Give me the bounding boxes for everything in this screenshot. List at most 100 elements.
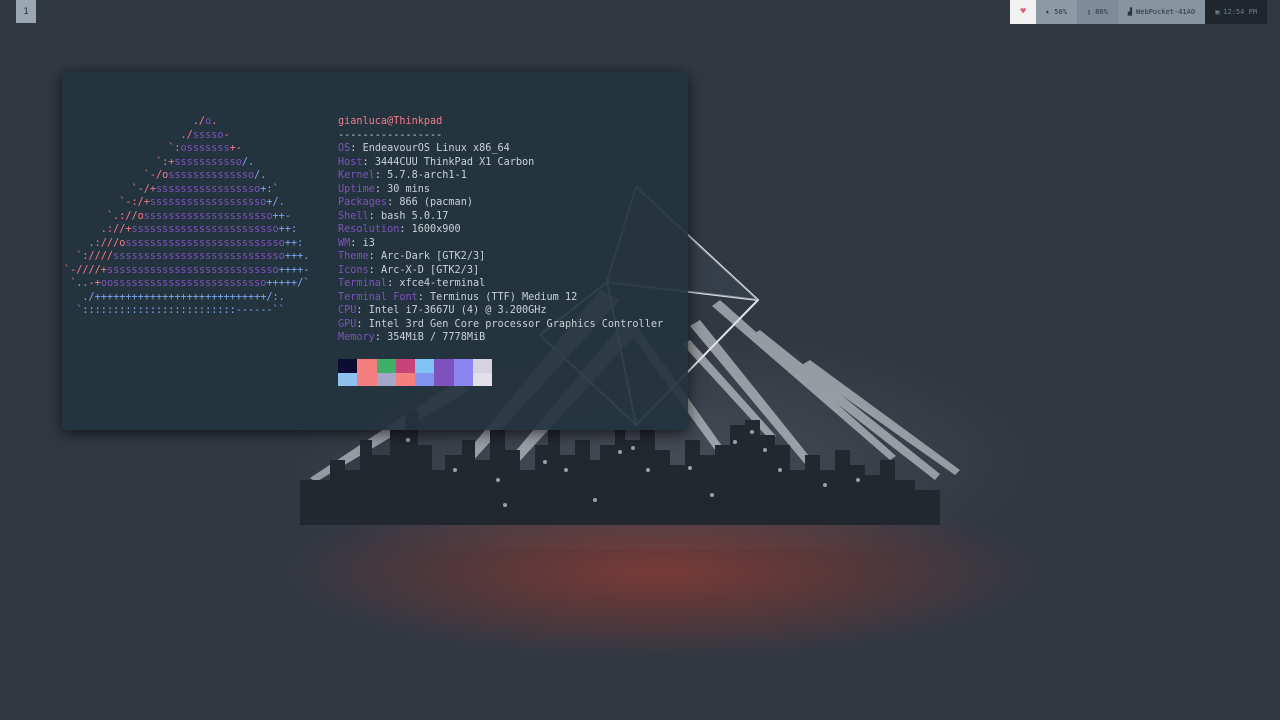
info-value: 30 mins <box>387 183 431 195</box>
logo-line: `:////ssssssssssssssssssssssssssso+++. <box>64 251 310 262</box>
info-key: WM <box>338 237 351 249</box>
info-row-kernel: Kernel: 5.7.8-arch1-1 <box>338 170 467 181</box>
info-value: Arc-X-D [GTK2/3] <box>380 264 480 276</box>
status-wifi[interactable]: ▟ WebPocket-41A0 <box>1117 0 1206 24</box>
info-key: Packages <box>338 197 388 208</box>
info-row-icons: Icons: Arc-X-D [GTK2/3] <box>338 264 480 276</box>
logo-line: `:+sssssssssso/. <box>64 156 255 168</box>
info-row-os: OS: EndeavourOS Linux x86_64 <box>338 143 510 154</box>
palette-row-bottom <box>338 372 492 386</box>
palette-swatch <box>453 359 473 373</box>
info-value: 1600x900 <box>411 224 461 235</box>
workspace-1-button[interactable]: 1 <box>16 0 36 23</box>
info-value: Intel 3rd Gen Core processor Graphics Co… <box>368 318 664 330</box>
info-value: bash 5.0.17 <box>380 210 449 222</box>
palette-swatch <box>434 372 454 386</box>
info-value: Terminus (TTF) Medium 12 <box>430 291 578 303</box>
user-host: gianluca@Thinkpad <box>338 116 443 127</box>
wifi-icon: ▟ <box>1127 8 1133 16</box>
heart-icon: ♥ <box>1020 7 1026 17</box>
info-row-shell: Shell: bash 5.0.17 <box>338 210 449 222</box>
logo-line: `:::::::::::::::::::::::::------`` <box>64 305 285 316</box>
info-row-packages: Packages: 866 (pacman) <box>338 197 473 208</box>
palette-swatch <box>376 359 396 373</box>
logo-line: `-////+ssssssssssssssssssssssssssso++++- <box>64 264 310 276</box>
palette-swatch <box>415 359 435 373</box>
color-palette <box>338 359 492 386</box>
info-value: xfce4-terminal <box>399 278 486 289</box>
palette-swatch <box>357 359 377 373</box>
palette-swatch <box>434 359 454 373</box>
logo-line: .://+ssssssssssssssssssssssso++: <box>64 224 298 235</box>
info-row-theme: Theme: Arc-Dark [GTK2/3] <box>338 251 486 262</box>
palette-swatch <box>338 372 358 386</box>
status-clock[interactable]: ▣ 12:54 PM <box>1205 0 1267 24</box>
logo-line: `-/ossssssssssssso/. <box>64 170 267 181</box>
logo-line: ./++++++++++++++++++++++++++++/:. <box>64 291 285 303</box>
system-info: gianluca@Thinkpad ----------------- OS: … <box>338 115 663 345</box>
info-value: Intel i7-3667U (4) @ 3.200GHz <box>368 305 547 316</box>
palette-swatch <box>376 372 396 386</box>
info-value: 3444CUU ThinkPad X1 Carbon <box>374 156 535 168</box>
info-row-terminal: Terminal: xfce4-terminal <box>338 278 486 289</box>
info-value: EndeavourOS Linux x86_64 <box>362 143 510 154</box>
info-value: i3 <box>362 237 375 249</box>
info-key: Terminal <box>338 278 388 289</box>
info-value: 5.7.8-arch1-1 <box>387 170 467 181</box>
volume-value: 50% <box>1054 8 1067 16</box>
palette-swatch <box>395 359 415 373</box>
status-battery[interactable]: ▯ 86% <box>1076 0 1118 24</box>
info-key: Host <box>338 156 363 168</box>
info-row-resolution: Resolution: 1600x900 <box>338 224 461 235</box>
info-row-uptime: Uptime: 30 mins <box>338 183 431 195</box>
info-value: 354MiB / 7778MiB <box>387 332 486 343</box>
palette-swatch <box>395 372 415 386</box>
palette-swatch <box>357 372 377 386</box>
palette-swatch <box>472 359 492 373</box>
status-bar: ♥ 🔈︎ 50% ▯ 86% ▟ WebPocket-41A0 ▣ 12:54 … <box>1010 0 1267 24</box>
info-row-host: Host: 3444CUU ThinkPad X1 Carbon <box>338 156 535 168</box>
logo-line: `-:/+sssssssssssssssssso+/. <box>64 197 285 208</box>
logo-line: `-/+sssssssssssssssso+:` <box>64 183 279 195</box>
info-key: Kernel <box>338 170 375 181</box>
info-separator: ----------------- <box>338 129 443 141</box>
logo-line: .:///ossssssssssssssssssssssssso++: <box>64 237 304 249</box>
palette-swatch <box>453 372 473 386</box>
status-heart[interactable]: ♥ <box>1010 0 1037 24</box>
calendar-icon: ▣ <box>1215 8 1220 16</box>
info-key: CPU <box>338 305 357 316</box>
terminal-window[interactable]: ./o. ./sssso- `:osssssss+- `:+ssssssssss… <box>62 72 688 430</box>
logo-line: ./o. <box>64 116 218 127</box>
info-key: Theme <box>338 251 369 262</box>
workspace-label: 1 <box>23 6 29 17</box>
info-row-cpu: CPU: Intel i7-3667U (4) @ 3.200GHz <box>338 305 547 316</box>
info-value: Arc-Dark [GTK2/3] <box>380 251 486 262</box>
palette-swatch <box>472 372 492 386</box>
wifi-ssid: WebPocket-41A0 <box>1136 8 1196 16</box>
palette-swatch <box>338 359 358 373</box>
palette-swatch <box>415 372 435 386</box>
logo-line: `:osssssss+- <box>64 143 242 154</box>
info-key: Terminal Font <box>338 291 418 303</box>
info-key: OS <box>338 143 351 154</box>
info-key: Shell <box>338 210 369 222</box>
logo-line: `..-+oosssssssssssssssssssssssso+++++/` <box>64 278 310 289</box>
endeavouros-ascii-logo: ./o. ./sssso- `:osssssss+- `:+ssssssssss… <box>64 115 309 318</box>
volume-icon: 🔈︎ <box>1046 7 1051 16</box>
info-value: 866 (pacman) <box>399 197 473 208</box>
logo-line: `.://osssssssssssssssssssso++- <box>64 210 291 222</box>
info-fields: OS: EndeavourOS Linux x86_64 Host: 3444CU… <box>338 142 663 345</box>
info-row-memory: Memory: 354MiB / 7778MiB <box>338 332 486 343</box>
info-row-terminal-font: Terminal Font: Terminus (TTF) Medium 12 <box>338 291 578 303</box>
logo-line: ./sssso- <box>64 129 230 141</box>
status-volume[interactable]: 🔈︎ 50% <box>1036 0 1077 24</box>
info-key: Uptime <box>338 183 375 195</box>
info-row-gpu: GPU: Intel 3rd Gen Core processor Graphi… <box>338 318 664 330</box>
info-row-wm: WM: i3 <box>338 237 375 249</box>
info-key: Resolution <box>338 224 400 235</box>
battery-icon: ▯ <box>1086 8 1092 16</box>
info-key: Icons <box>338 264 369 276</box>
battery-value: 86% <box>1095 8 1108 16</box>
info-key: GPU <box>338 318 357 330</box>
clock-time: 12:54 PM <box>1223 8 1257 16</box>
